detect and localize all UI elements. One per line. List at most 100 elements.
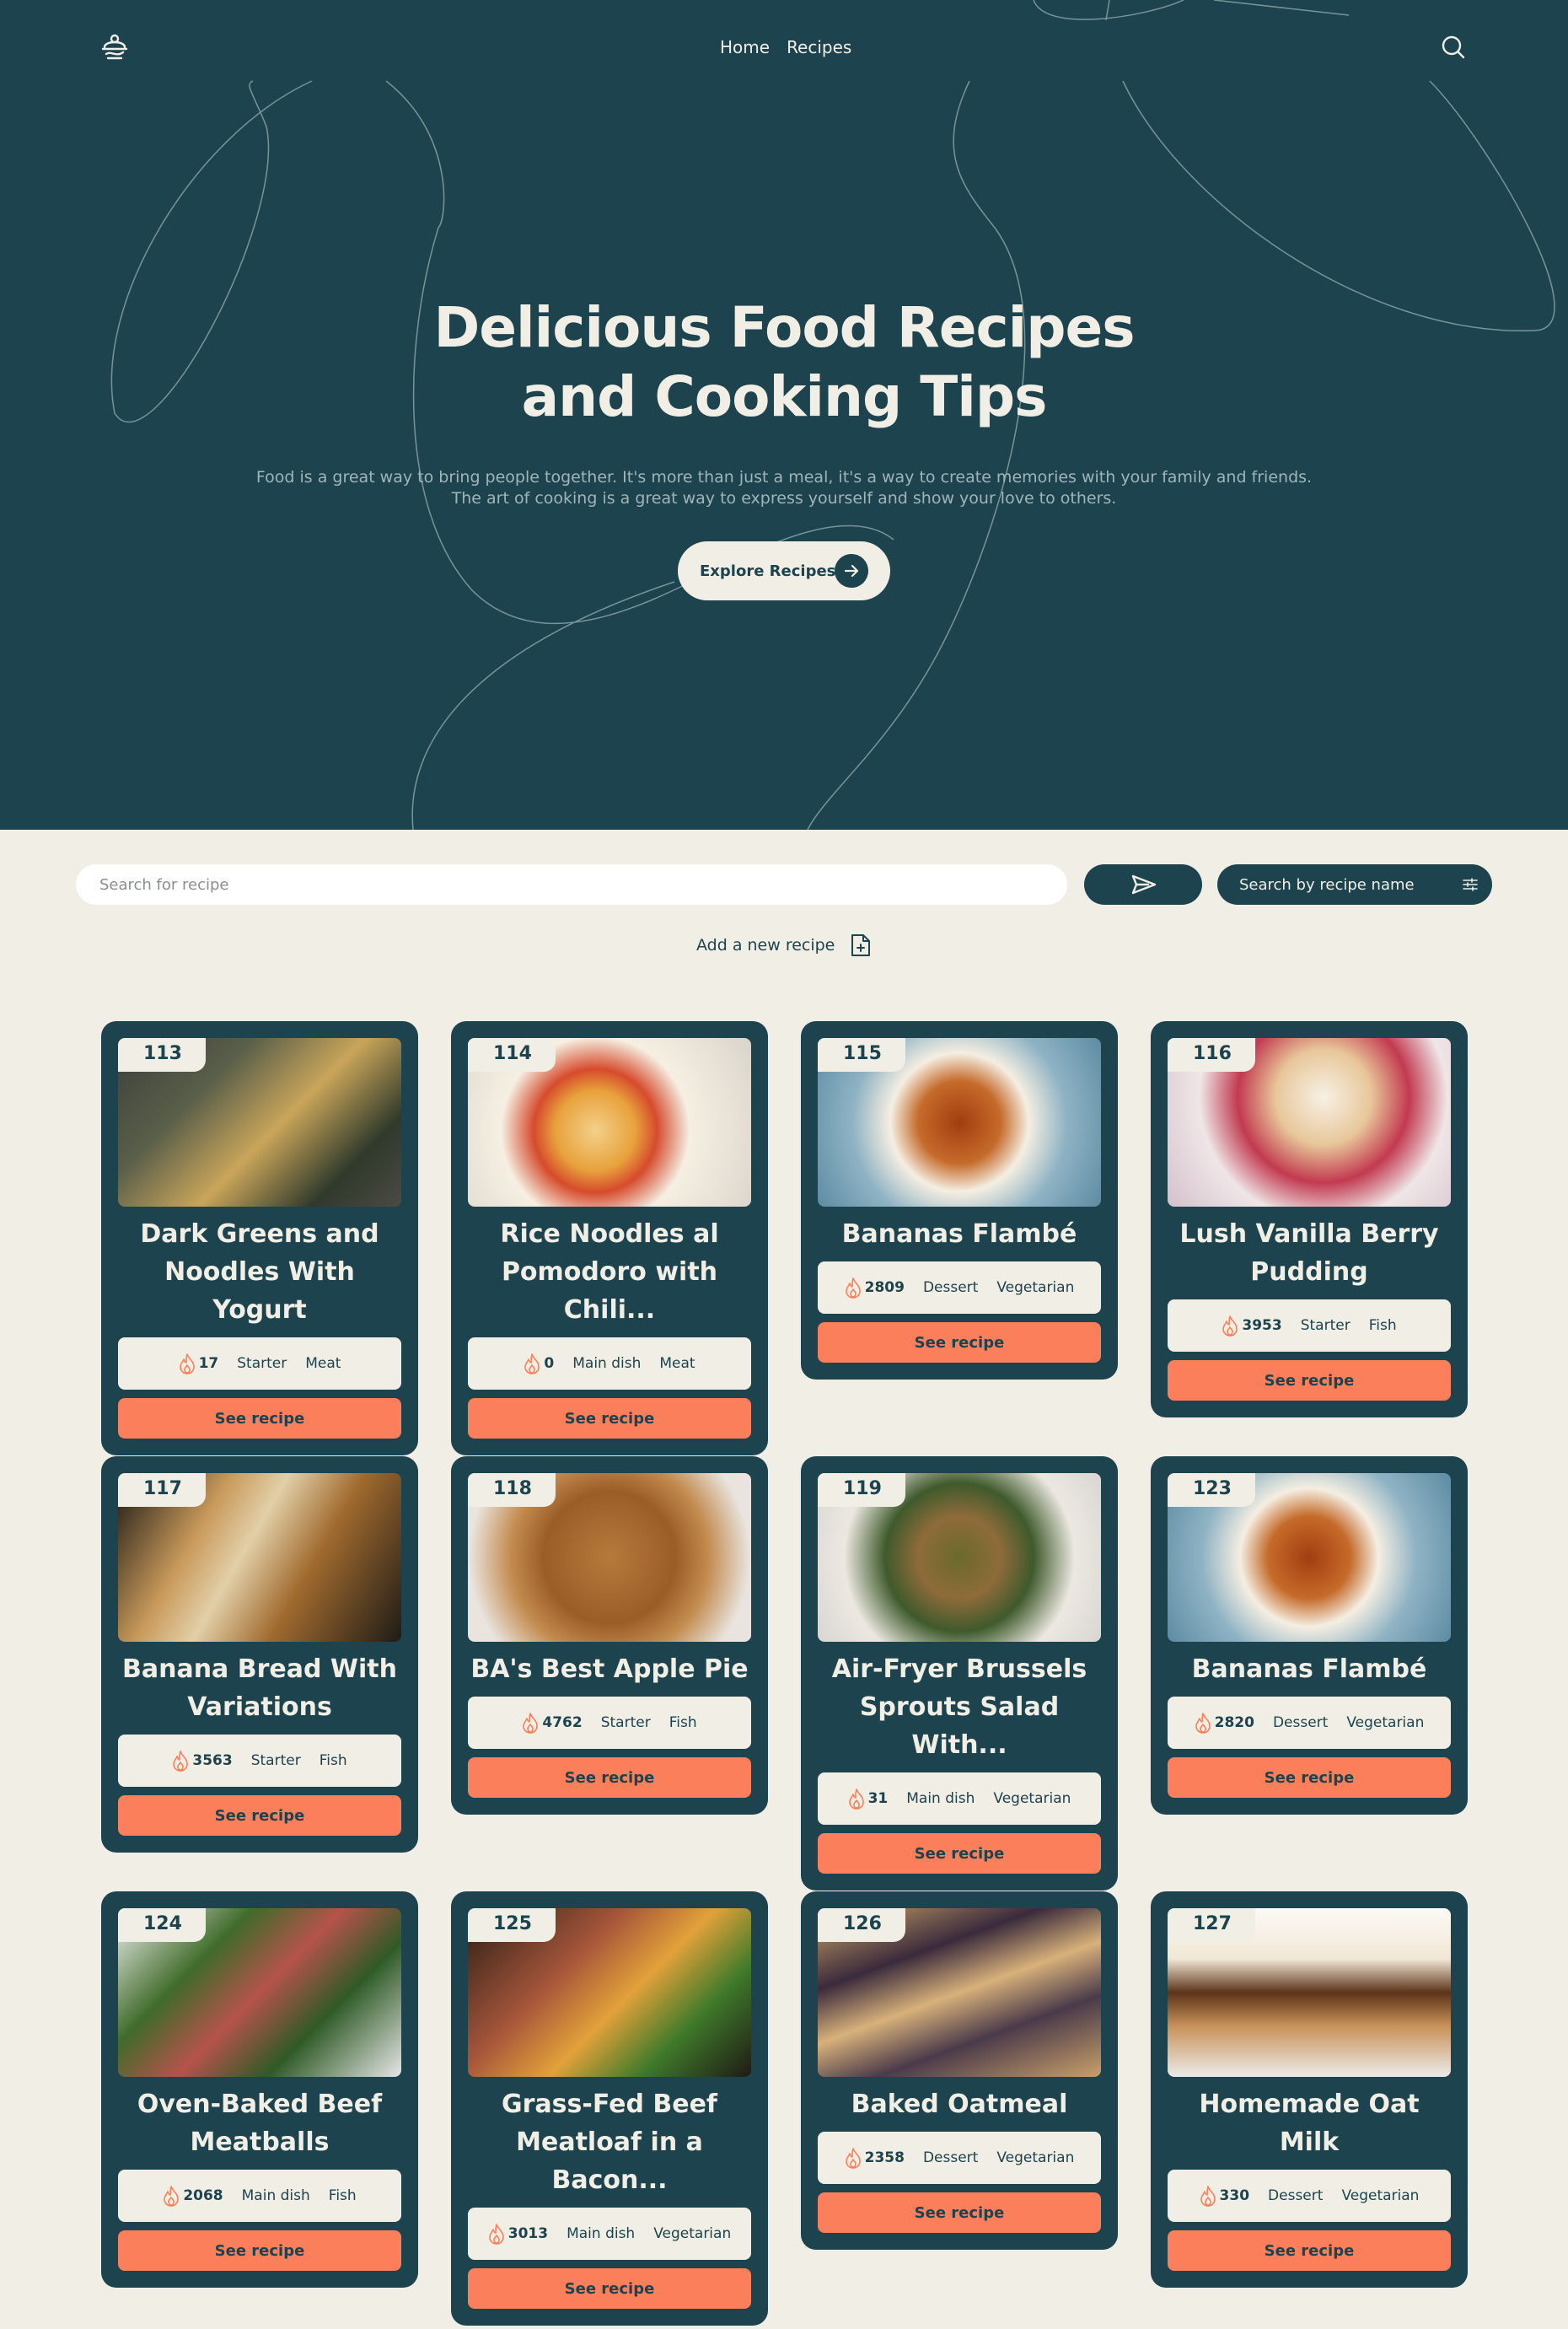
search-recipe-input[interactable]	[76, 864, 1067, 905]
see-recipe-button[interactable]: See recipe	[118, 2230, 401, 2271]
recipe-title: Dark Greens and Noodles With Yogurt	[140, 1219, 379, 1325]
recipe-card[interactable]: 113 Dark Greens and Noodles With Yogurt 17…	[101, 1021, 418, 1455]
see-recipe-button[interactable]: See recipe	[468, 2268, 751, 2309]
nav-recipes-link[interactable]: Recipes	[787, 37, 851, 57]
recipe-title: Banana Bread With Variations	[121, 1654, 397, 1722]
recipe-image: 119	[818, 1473, 1101, 1642]
see-recipe-button[interactable]: See recipe	[818, 1833, 1101, 1874]
recipe-card[interactable]: 117 Banana Bread With Variations 3563 Start…	[101, 1456, 418, 1853]
chef-hat-logo-icon[interactable]	[99, 32, 130, 62]
recipe-calories-value: 31	[867, 1790, 889, 1807]
recipe-image: 116	[1168, 1038, 1451, 1207]
recipe-card[interactable]: 114 Rice Noodles al Pomodoro with Chili..…	[451, 1021, 768, 1455]
hero-section: Home Recipes Delicious Food Recipes and …	[0, 0, 1568, 830]
recipe-course: Main dish	[567, 2225, 636, 2242]
recipe-calories: 4762	[522, 1712, 583, 1734]
recipe-card[interactable]: 125 Grass-Fed Beef Meatloaf in a Bacon...…	[451, 1891, 768, 2326]
send-icon	[1131, 874, 1157, 895]
recipe-id-badge: 125	[468, 1908, 556, 1942]
recipe-card[interactable]: 116 Lush Vanilla Berry Pudding 3953 Starter…	[1151, 1021, 1468, 1417]
search-filter-select[interactable]: Search by recipe name	[1217, 864, 1492, 905]
recipe-category: Vegetarian	[1341, 2187, 1420, 2204]
recipe-calories: 3563	[172, 1750, 233, 1772]
recipe-card[interactable]: 124 Oven-Baked Beef Meatballs 2068 Main dis…	[101, 1891, 418, 2288]
recipe-calories: 2068	[163, 2185, 223, 2207]
recipe-id-badge: 117	[118, 1473, 206, 1507]
flame-icon	[179, 1353, 195, 1374]
recipe-image: 113	[118, 1038, 401, 1207]
recipe-calories: 3013	[488, 2223, 548, 2245]
recipe-id-badge: 113	[118, 1038, 206, 1072]
recipe-id-badge: 115	[818, 1038, 905, 1072]
hero-subtitle: Food is a great way to bring people toge…	[253, 467, 1315, 509]
recipe-calories-value: 3953	[1242, 1317, 1282, 1334]
recipe-card[interactable]: 126 Baked Oatmeal 2358 Dessert Vegetarian See…	[801, 1891, 1118, 2250]
recipe-id-badge: 126	[818, 1908, 905, 1942]
flame-icon	[845, 2148, 861, 2169]
recipe-meta: 2068 Main dish Fish	[118, 2170, 401, 2222]
flame-icon	[523, 1713, 539, 1734]
recipe-id-badge: 116	[1168, 1038, 1255, 1072]
see-recipe-button[interactable]: See recipe	[1168, 2230, 1451, 2271]
recipe-course: Dessert	[1272, 1714, 1329, 1731]
recipe-calories: 31	[848, 1788, 889, 1810]
sliders-icon	[1463, 878, 1478, 891]
recipe-card[interactable]: 127 Homemade Oat Milk 330 Dessert Vegetarian…	[1151, 1891, 1468, 2288]
recipe-course: Dessert	[922, 2149, 979, 2166]
recipe-image: 114	[468, 1038, 751, 1207]
hero-title-line-1: Delicious Food Recipes	[433, 295, 1135, 360]
recipe-id-badge: 118	[468, 1473, 556, 1507]
recipe-category: Vegetarian	[1346, 1714, 1425, 1731]
recipe-calories-value: 17	[198, 1355, 219, 1372]
see-recipe-button[interactable]: See recipe	[118, 1398, 401, 1439]
recipe-image: 125	[468, 1908, 751, 2077]
recipe-meta: 17 Starter Meat	[118, 1337, 401, 1390]
recipe-calories-value: 2809	[864, 1279, 905, 1296]
flame-icon	[845, 1277, 861, 1299]
search-icon[interactable]	[1440, 34, 1467, 61]
recipe-title: Oven-Baked Beef Meatballs	[137, 2090, 383, 2157]
add-recipe-link[interactable]: Add a new recipe	[696, 933, 872, 958]
flame-icon	[1222, 1315, 1238, 1337]
recipe-card[interactable]: 115 Bananas Flambé 2809 Dessert Vegetarian Se…	[801, 1021, 1118, 1380]
recipe-calories: 2820	[1195, 1712, 1254, 1734]
recipe-image: 123	[1168, 1473, 1451, 1642]
recipe-calories: 2358	[845, 2147, 905, 2169]
recipe-category: Meat	[305, 1355, 341, 1372]
recipe-card[interactable]: 123 Bananas Flambé 2820 Dessert Vegetarian Se…	[1151, 1456, 1468, 1815]
recipe-course: Main dish	[906, 1790, 975, 1807]
recipe-title: Grass-Fed Beef Meatloaf in a Bacon...	[502, 2090, 717, 2195]
recipe-meta: 3013 Main dish Vegetarian	[468, 2208, 751, 2260]
recipe-calories-value: 3013	[507, 2225, 549, 2242]
hero-title-line-2: and Cooking Tips	[521, 364, 1048, 429]
recipe-meta: 3563 Starter Fish	[118, 1735, 401, 1787]
recipe-card[interactable]: 118 BA's Best Apple Pie 4762 Starter Fish See…	[451, 1456, 768, 1815]
hero-title: Delicious Food Recipes and Cooking Tips	[337, 293, 1231, 432]
recipe-id-badge: 127	[1168, 1908, 1255, 1942]
recipe-category: Fish	[1368, 1317, 1397, 1334]
see-recipe-button[interactable]: See recipe	[818, 2192, 1101, 2233]
explore-recipes-button[interactable]: Explore Recipes	[678, 541, 890, 600]
see-recipe-button[interactable]: See recipe	[468, 1757, 751, 1798]
search-submit-button[interactable]	[1084, 864, 1202, 905]
see-recipe-button[interactable]: See recipe	[468, 1398, 751, 1439]
nav-home-link[interactable]: Home	[720, 37, 770, 57]
hero-subtitle-line-2: The art of cooking is a great way to exp…	[451, 489, 1117, 508]
recipe-category: Fish	[319, 1752, 347, 1769]
see-recipe-button[interactable]: See recipe	[1168, 1360, 1451, 1401]
recipe-meta: 2820 Dessert Vegetarian	[1168, 1697, 1451, 1749]
recipe-meta: 2358 Dessert Vegetarian	[818, 2132, 1101, 2184]
add-file-icon	[851, 934, 871, 956]
see-recipe-button[interactable]: See recipe	[118, 1795, 401, 1836]
flame-icon	[524, 1353, 540, 1374]
recipe-category: Fish	[669, 1714, 697, 1731]
see-recipe-button[interactable]: See recipe	[818, 1322, 1101, 1363]
see-recipe-button[interactable]: See recipe	[1168, 1757, 1451, 1798]
recipe-meta: 4762 Starter Fish	[468, 1697, 751, 1749]
recipe-calories-value: 3563	[192, 1752, 233, 1769]
recipe-card[interactable]: 119 Air-Fryer Brussels Sprouts Salad With…	[801, 1456, 1118, 1891]
recipe-category: Fish	[328, 2187, 357, 2204]
recipe-course: Main dish	[241, 2187, 310, 2204]
recipe-image: 118	[468, 1473, 751, 1642]
recipe-category: Vegetarian	[993, 1790, 1071, 1807]
